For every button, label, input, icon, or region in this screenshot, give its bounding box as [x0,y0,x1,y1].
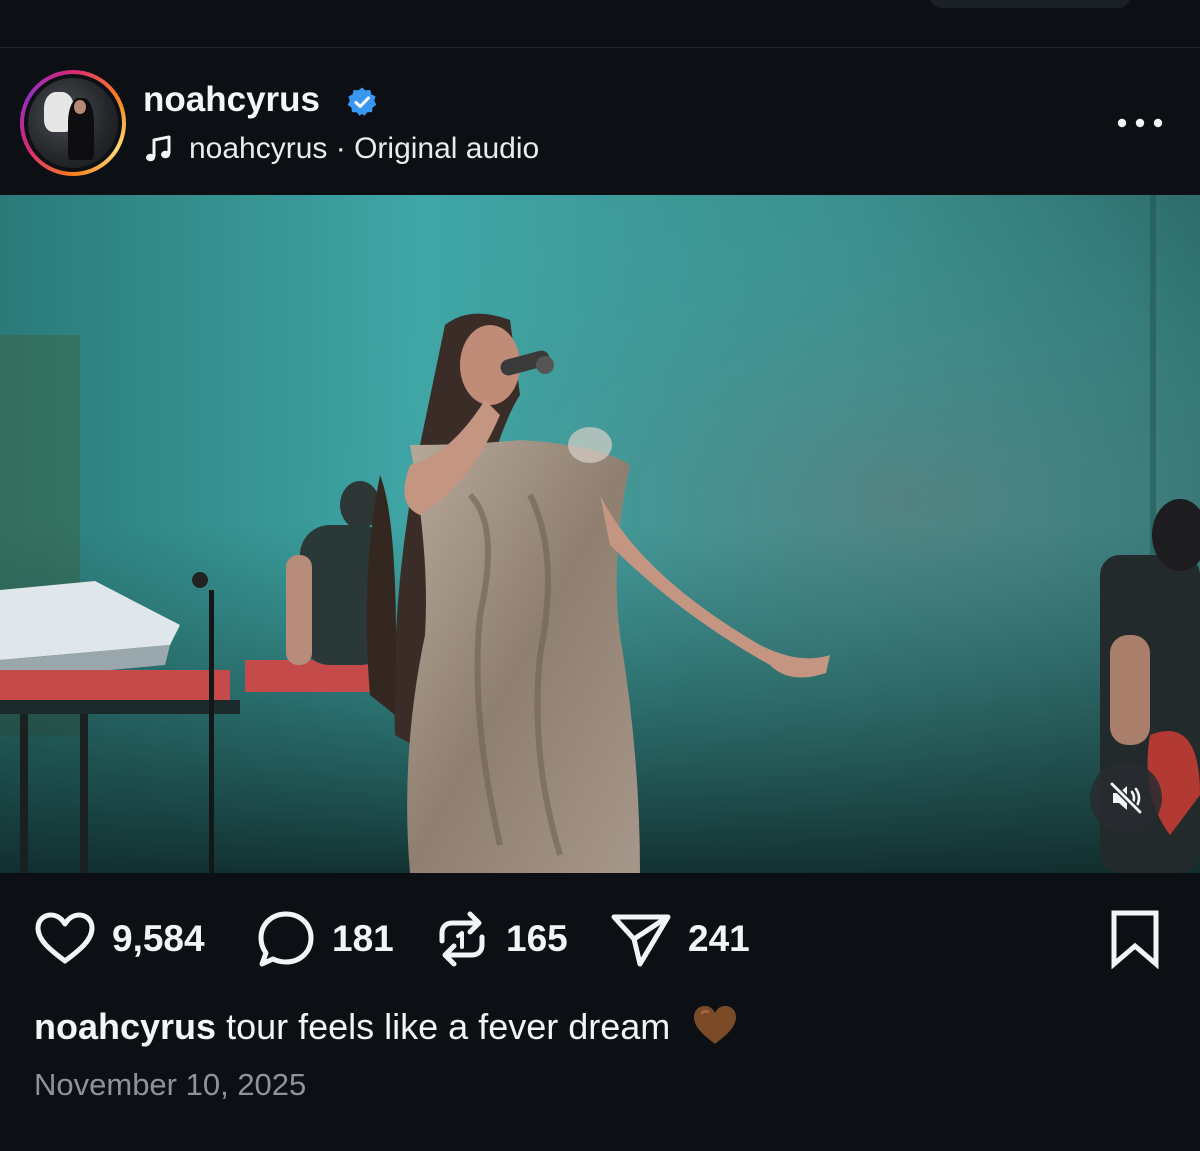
share-button[interactable]: 241 [610,909,750,969]
avatar-image [28,78,118,168]
video-player[interactable] [0,195,1200,873]
post-header: noahcyrus noahcyrus · Original audio [0,48,1200,195]
comment-button[interactable]: 181 [256,909,394,969]
audio-label: noahcyrus · Original audio [189,132,540,165]
comment-bubble-icon [258,911,314,967]
post-username[interactable]: noahcyrus [143,80,320,120]
repost-button[interactable]: 165 [434,909,568,969]
more-options-icon[interactable] [1108,110,1172,134]
audio-info[interactable]: noahcyrus · Original audio [143,131,539,167]
caption-text: tour feels like a fever dream [226,1006,671,1047]
bookmark-icon[interactable] [1106,909,1164,969]
comment-count: 181 [332,918,394,959]
mute-toggle-button[interactable] [1090,762,1162,834]
repost-arrows-icon [439,911,485,967]
top-strip [0,0,1200,48]
top-pill-button[interactable] [930,0,1130,8]
concert-video-frame [0,195,1200,873]
avatar[interactable] [20,70,126,176]
paper-plane-icon [611,914,671,967]
like-count: 9,584 [112,918,205,959]
repost-count: 165 [506,918,568,959]
share-count: 241 [688,918,750,959]
caption-username[interactable]: noahcyrus [34,1006,216,1047]
like-button[interactable]: 9,584 [34,909,205,969]
music-note-icon [146,135,171,162]
brown-heart-emoji [694,1006,737,1045]
verified-badge-icon [347,87,377,116]
heart-icon [35,912,95,964]
post-caption: noahcyrus tour feels like a fever dream [34,1005,738,1050]
post-actions: 9,584 181 165 241 [0,873,1200,1003]
post-date: November 10, 2025 [34,1067,307,1102]
speaker-muted-icon [1109,781,1143,815]
